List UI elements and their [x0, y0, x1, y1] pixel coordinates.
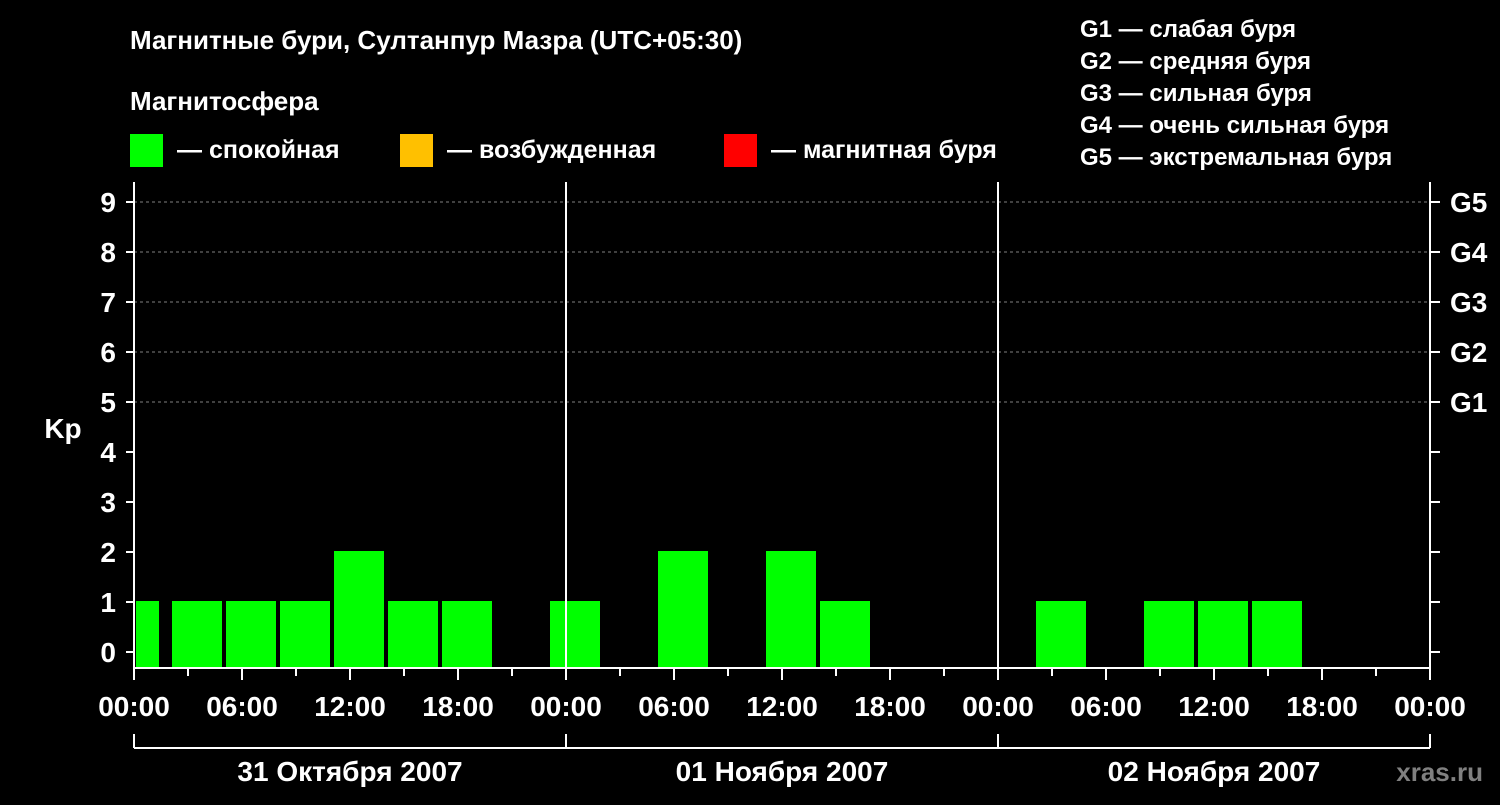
- legend-swatch-excited: [400, 134, 433, 167]
- x-tick-label-9: 00:00: [962, 691, 1034, 722]
- chart-subtitle: Магнитосфера: [130, 86, 319, 116]
- y-tick-label-9: 9: [100, 187, 116, 218]
- y-tick-label-7: 7: [100, 287, 116, 318]
- legend-label-excited: — возбужденная: [447, 136, 656, 164]
- y-tick-label-2: 2: [100, 537, 116, 568]
- g-level-label-g4: G4: [1450, 237, 1488, 268]
- g-level-label-g5: G5: [1450, 187, 1487, 218]
- y-tick-label-5: 5: [100, 387, 116, 418]
- y-tick-label-0: 0: [100, 637, 116, 668]
- storm-legend-g3: G3 — сильная буря: [1080, 80, 1312, 107]
- bar-15: [1252, 601, 1302, 667]
- day-label-3: 02 Ноября 2007: [1108, 756, 1321, 787]
- g-level-label-g1: G1: [1450, 387, 1487, 418]
- bar-12: [1036, 601, 1086, 667]
- state-legend: — спокойная — возбужденная — магнитная б…: [130, 134, 997, 167]
- bar-2: [172, 601, 222, 667]
- y-tick-label-3: 3: [100, 487, 116, 518]
- x-tick-label-6: 06:00: [638, 691, 710, 722]
- bar-13: [1144, 601, 1194, 667]
- storm-legend-g1: G1 — слабая буря: [1080, 16, 1296, 43]
- x-tick-label-3: 12:00: [314, 691, 386, 722]
- x-tick-label-5: 00:00: [530, 691, 602, 722]
- x-tick-label-8: 18:00: [854, 691, 926, 722]
- x-tick-label-13: 00:00: [1394, 691, 1466, 722]
- y-axis-label: Kp: [44, 413, 81, 444]
- watermark: xras.ru: [1396, 757, 1483, 787]
- bar-8: [550, 601, 600, 667]
- y-tick-label-4: 4: [100, 437, 116, 468]
- x-tick-label-1: 00:00: [98, 691, 170, 722]
- x-tick-label-7: 12:00: [746, 691, 818, 722]
- bar-3: [226, 601, 276, 667]
- bar-7: [442, 601, 492, 667]
- day-label-2: 01 Ноября 2007: [676, 756, 889, 787]
- bar-14: [1198, 601, 1248, 667]
- x-tick-label-10: 06:00: [1070, 691, 1142, 722]
- chart-stage: Магнитные бури, Султанпур Мазра (UTC+05:…: [0, 0, 1500, 800]
- legend-swatch-storm: [724, 134, 757, 167]
- legend-label-storm: — магнитная буря: [771, 136, 997, 164]
- storm-legend-g5: G5 — экстремальная буря: [1080, 144, 1392, 171]
- g-level-label-g2: G2: [1450, 337, 1487, 368]
- day-label-1: 31 Октября 2007: [237, 756, 462, 787]
- bar-11: [820, 601, 870, 667]
- bar-9: [658, 551, 708, 667]
- g-level-label-g3: G3: [1450, 287, 1487, 318]
- x-tick-label-12: 18:00: [1286, 691, 1358, 722]
- storm-legend-g2: G2 — средняя буря: [1080, 48, 1311, 75]
- bar-10: [766, 551, 816, 667]
- y-tick-label-1: 1: [100, 587, 116, 618]
- y-tick-label-8: 8: [100, 237, 116, 268]
- bar-5: [334, 551, 384, 667]
- x-tick-label-4: 18:00: [422, 691, 494, 722]
- storm-legend-g4: G4 — очень сильная буря: [1080, 112, 1389, 139]
- bar-1: [136, 601, 159, 667]
- bar-6: [388, 601, 438, 667]
- legend-label-quiet: — спокойная: [177, 136, 340, 164]
- bar-4: [280, 601, 330, 667]
- chart-title: Магнитные бури, Султанпур Мазра (UTC+05:…: [130, 25, 742, 55]
- x-tick-label-2: 06:00: [206, 691, 278, 722]
- x-tick-label-11: 12:00: [1178, 691, 1250, 722]
- legend-swatch-quiet: [130, 134, 163, 167]
- y-tick-label-6: 6: [100, 337, 116, 368]
- kp-chart: Магнитные бури, Султанпур Мазра (UTC+05:…: [0, 0, 1500, 800]
